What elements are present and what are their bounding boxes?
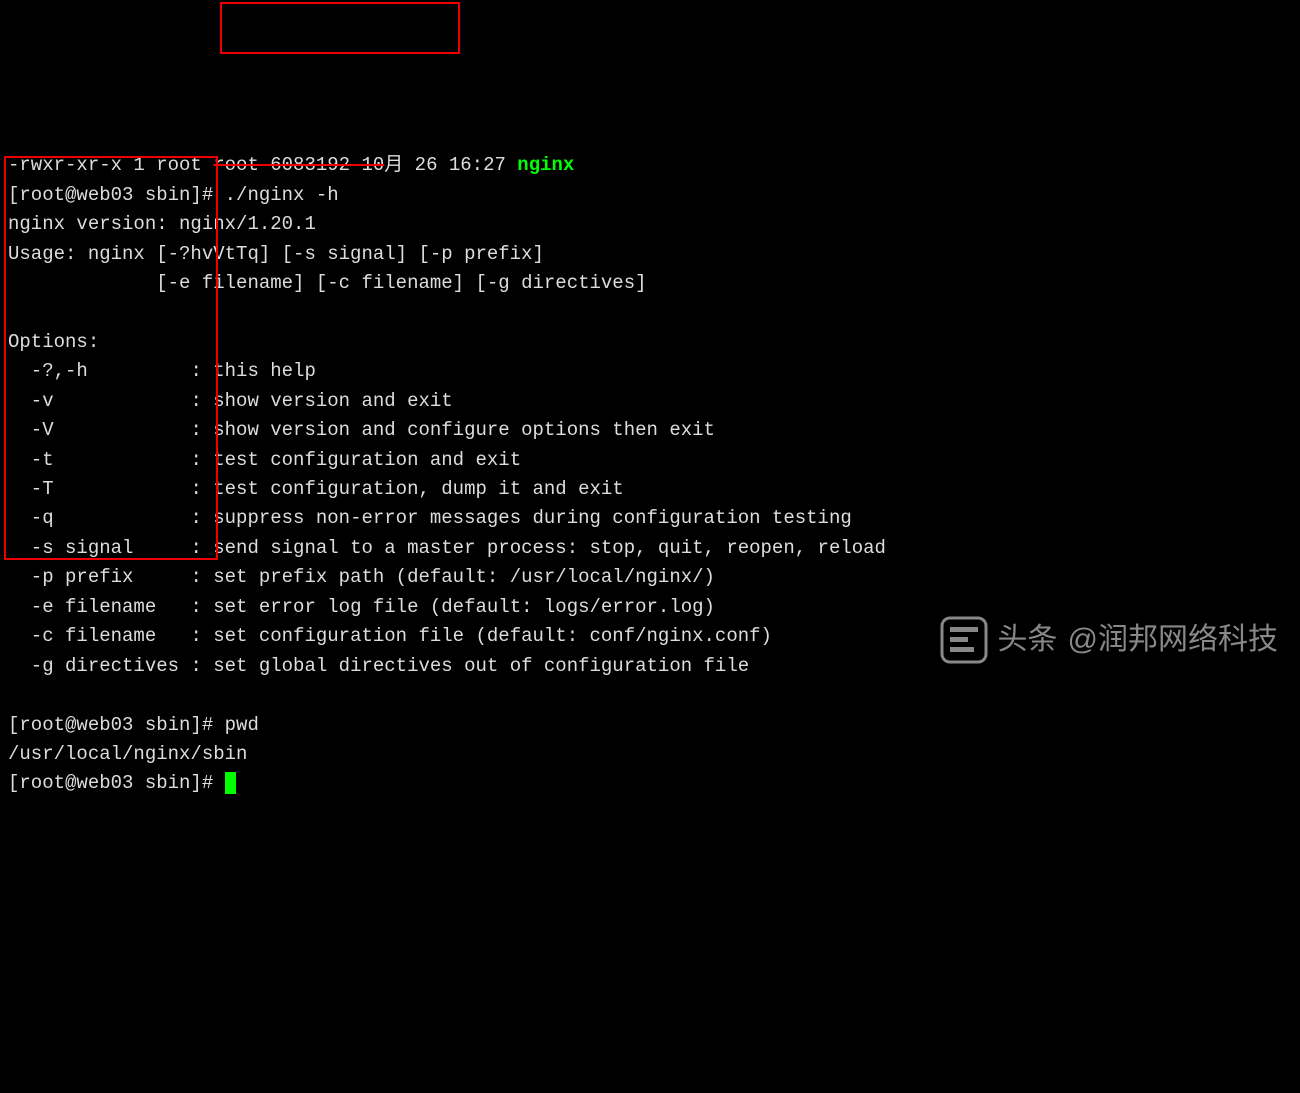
ls-line: -rwxr-xr-x 1 root root 6083192 10月 26 16… <box>8 154 574 176</box>
option-row: -g directives : set global directives ou… <box>8 655 749 677</box>
pwd-output: /usr/local/nginx/sbin <box>8 743 247 765</box>
prompt-line-3[interactable]: [root@web03 sbin]# <box>8 772 236 794</box>
highlight-box-command <box>220 2 460 54</box>
option-row: -t : test configuration and exit <box>8 449 521 471</box>
usage-line-2: [-e filename] [-c filename] [-g directiv… <box>8 272 647 294</box>
option-row: -v : show version and exit <box>8 390 453 412</box>
usage-line-1: Usage: nginx [-?hvVtTq] [-s signal] [-p … <box>8 243 544 265</box>
shell-prompt: [root@web03 sbin]# <box>8 772 225 794</box>
cursor-icon <box>225 772 236 794</box>
option-row: -s signal : send signal to a master proc… <box>8 537 886 559</box>
option-row: -?,-h : this help <box>8 360 316 382</box>
shell-prompt: [root@web03 sbin]# <box>8 184 225 206</box>
option-row: -q : suppress non-error messages during … <box>8 507 852 529</box>
strikethrough-text: root 6083192 10 <box>213 154 384 176</box>
prompt-line-1: [root@web03 sbin]# ./nginx -h <box>8 184 339 206</box>
version-line: nginx version: nginx/1.20.1 <box>8 213 316 235</box>
terminal-output: -rwxr-xr-x 1 root root 6083192 10月 26 16… <box>8 122 1292 799</box>
watermark-author: @润邦网络科技 <box>1068 617 1278 664</box>
option-row: -c filename : set configuration file (de… <box>8 625 772 647</box>
command-text: ./nginx -h <box>225 184 339 206</box>
option-row: -V : show version and configure options … <box>8 419 715 441</box>
options-header: Options: <box>8 331 99 353</box>
option-row: -p prefix : set prefix path (default: /u… <box>8 566 715 588</box>
option-row: -T : test configuration, dump it and exi… <box>8 478 624 500</box>
command-text: pwd <box>225 714 259 736</box>
option-row: -e filename : set error log file (defaul… <box>8 596 715 618</box>
watermark-brand: 头条 <box>998 617 1058 664</box>
toutiao-logo-icon <box>940 616 988 664</box>
prompt-line-2: [root@web03 sbin]# pwd <box>8 714 259 736</box>
nginx-filename: nginx <box>517 154 574 176</box>
watermark: 头条 @润邦网络科技 <box>940 616 1278 664</box>
shell-prompt: [root@web03 sbin]# <box>8 714 225 736</box>
